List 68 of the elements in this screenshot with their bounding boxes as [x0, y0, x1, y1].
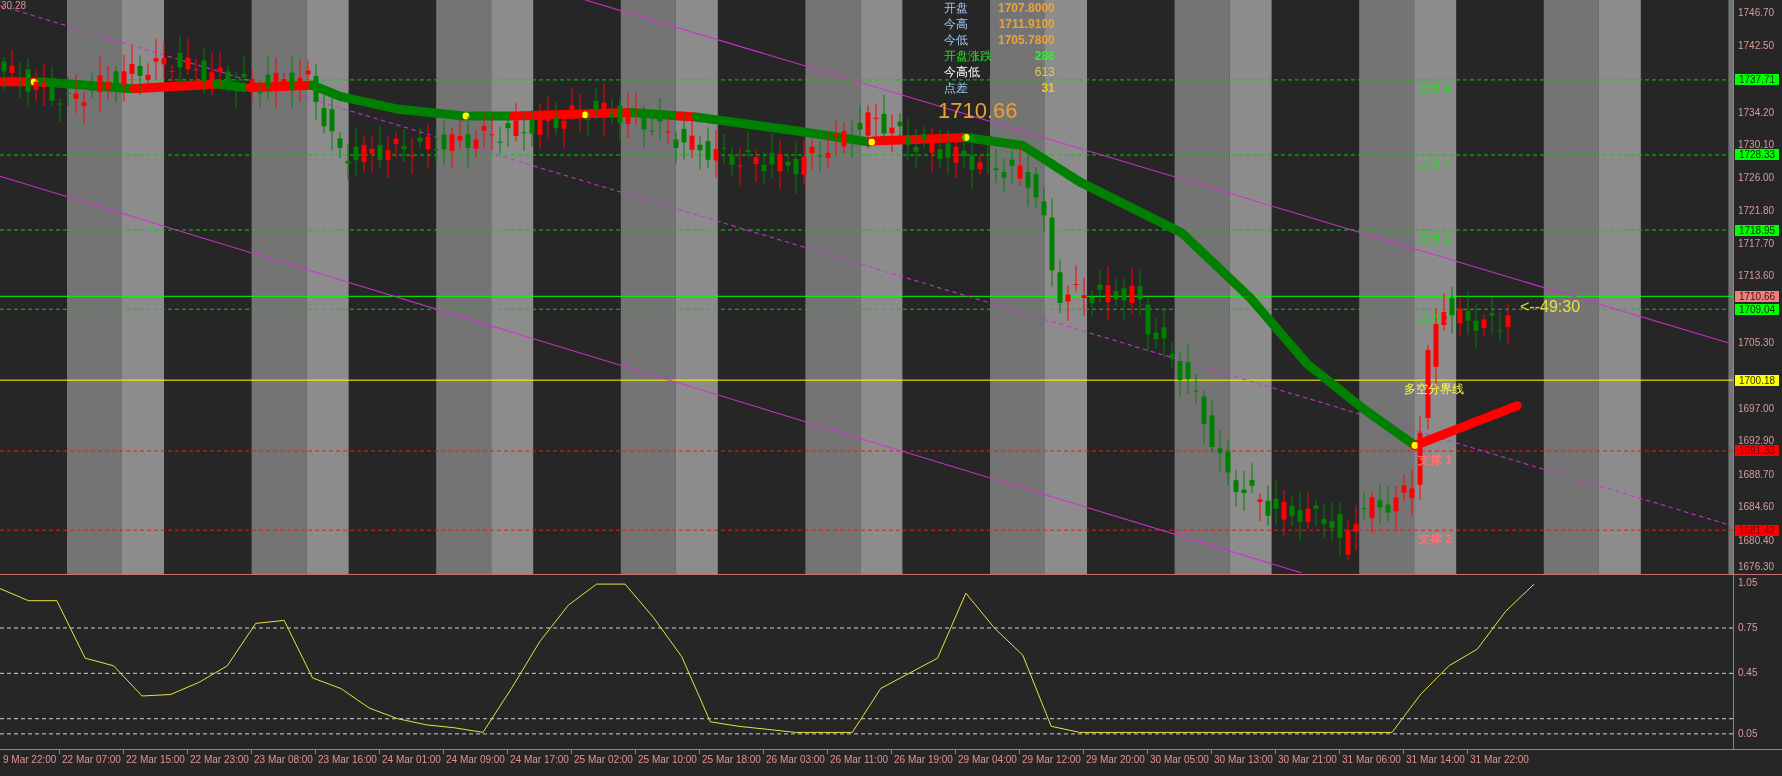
- info-label: 点差: [944, 80, 969, 96]
- time-axis-label: 26 Mar 19:00: [893, 753, 954, 766]
- time-axis-label: 9 Mar 22:00: [2, 753, 58, 766]
- time-axis-label: 31 Mar 22:00: [1469, 753, 1530, 766]
- time-axis-label: 23 Mar 16:00: [317, 753, 378, 766]
- time-axis-label: 24 Mar 09:00: [445, 753, 506, 766]
- price-axis-label: 1734.20: [1738, 106, 1775, 119]
- time-axis-label: 24 Mar 01:00: [381, 753, 442, 766]
- time-axis-label: 30 Mar 21:00: [1277, 753, 1338, 766]
- price-axis-label: 1742.50: [1738, 40, 1775, 53]
- time-axis-label: 25 Mar 18:00: [701, 753, 762, 766]
- time-axis-label: 29 Mar 04:00: [957, 753, 1018, 766]
- time-axis-label: 26 Mar 11:00: [829, 753, 890, 766]
- info-label: 开盘涨跌: [944, 48, 992, 64]
- info-label: 今高低: [944, 64, 981, 80]
- price-tag: 1710.66: [1735, 290, 1779, 302]
- info-value: 286: [1033, 48, 1055, 64]
- oscillator-axis-label: 0.05: [1738, 727, 1758, 740]
- info-label: 今低: [944, 32, 969, 48]
- price-axis-label: 1692.90: [1738, 435, 1775, 447]
- time-axis-label: 22 Mar 07:00: [61, 753, 122, 766]
- price-tag: 1691.33: [1735, 445, 1779, 457]
- time-axis-label: 29 Mar 20:00: [1085, 753, 1146, 766]
- price-tag: 1718.95: [1735, 224, 1779, 236]
- price-axis-label: 1713.60: [1738, 270, 1775, 283]
- oscillator-axis-label: 0.75: [1738, 621, 1758, 634]
- price-axis-label: 1688.70: [1738, 468, 1775, 481]
- time-axis-label: 31 Mar 14:00: [1405, 753, 1466, 766]
- info-label: 今高: [944, 16, 969, 32]
- time-axis-label: 24 Mar 17:00: [509, 753, 570, 766]
- level-label: 压力 4: [1417, 81, 1451, 96]
- info-label: 开盘: [944, 0, 969, 16]
- price-axis-label: 1676.30: [1738, 561, 1775, 573]
- oscillator-axis-label: 0.45: [1738, 667, 1758, 680]
- price-axis-label: 1697.00: [1738, 402, 1775, 415]
- price-axis-label: 1684.60: [1738, 501, 1775, 514]
- price-tag: 1709.04: [1735, 303, 1779, 315]
- level-label: 压力 3: [1417, 156, 1451, 171]
- price-axis-label: 1721.80: [1738, 205, 1775, 218]
- time-axis-label: 23 Mar 08:00: [253, 753, 314, 766]
- corner-price-label: 30.28: [1, 0, 27, 12]
- info-value: 31: [1040, 80, 1055, 96]
- info-value: 1711.9100: [998, 16, 1055, 32]
- time-axis-label: 30 Mar 13:00: [1213, 753, 1274, 766]
- price-tag: 1728.33: [1735, 149, 1779, 161]
- time-axis-label: 25 Mar 10:00: [637, 753, 698, 766]
- info-value: 1705.7800: [998, 32, 1055, 48]
- time-axis-label: 22 Mar 23:00: [189, 753, 250, 766]
- price-tag: 1737.71: [1735, 74, 1779, 86]
- time-axis-label: 26 Mar 03:00: [765, 753, 826, 766]
- price-axis-label: 1730.10: [1738, 139, 1775, 151]
- time-axis-label: 30 Mar 05:00: [1149, 753, 1210, 766]
- price-axis-label: 1746.70: [1738, 7, 1775, 19]
- time-axis-label: 25 Mar 02:00: [573, 753, 634, 766]
- level-label: 支撑 2: [1418, 532, 1452, 547]
- price-axis-label: 1705.30: [1738, 336, 1775, 349]
- price-tag: 1681.42: [1735, 524, 1779, 536]
- time-axis-label: 22 Mar 15:00: [125, 753, 186, 766]
- price-tag: 1700.18: [1735, 374, 1779, 386]
- info-value: 1707.8000: [998, 0, 1055, 16]
- price-axis-label: 1717.70: [1738, 237, 1775, 250]
- price-axis-label: 1726.00: [1738, 171, 1775, 184]
- level-label: 压力 2: [1417, 232, 1451, 246]
- info-value: 613: [1033, 64, 1055, 80]
- time-axis-label: 31 Mar 06:00: [1341, 753, 1402, 766]
- time-axis-label: 29 Mar 12:00: [1021, 753, 1082, 766]
- oscillator-axis-label: 1.05: [1738, 576, 1758, 589]
- price-axis-label: 1680.40: [1738, 534, 1775, 547]
